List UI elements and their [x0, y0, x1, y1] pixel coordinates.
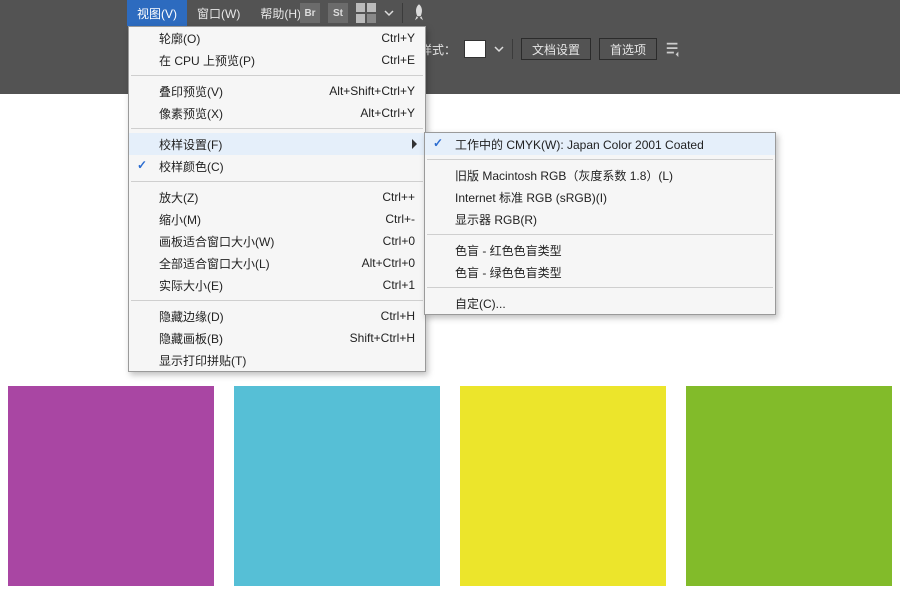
mi-shortcut: Ctrl+H: [381, 309, 415, 323]
mi-label: 全部适合窗口大小(L): [159, 255, 270, 272]
mi-hide-edges[interactable]: 隐藏边缘(D) Ctrl+H: [129, 305, 425, 327]
stock-icon[interactable]: St: [328, 3, 348, 23]
mi-label: 校样设置(F): [159, 136, 222, 153]
chevron-down-icon[interactable]: [384, 3, 394, 23]
mi-label: 色盲 - 红色色盲类型: [455, 242, 562, 259]
options-bar: 样式： 文档设置 首选项: [420, 34, 681, 64]
mi-label: Internet 标准 RGB (sRGB)(I): [455, 189, 607, 206]
smi-monitor-rgb[interactable]: 显示器 RGB(R): [425, 208, 775, 230]
mi-shortcut: Ctrl+1: [383, 278, 415, 292]
mi-shortcut: Shift+Ctrl+H: [350, 331, 415, 345]
mi-zoom-in[interactable]: 放大(Z) Ctrl++: [129, 186, 425, 208]
menu-separator: [427, 159, 773, 160]
mi-shortcut: Alt+Ctrl+0: [362, 256, 415, 270]
swatch-yellow: [460, 386, 666, 586]
mi-actual-size[interactable]: 实际大小(E) Ctrl+1: [129, 274, 425, 296]
swatch-cyan: [234, 386, 440, 586]
menu-view[interactable]: 视图(V): [127, 0, 187, 26]
smi-colorblind-red[interactable]: 色盲 - 红色色盲类型: [425, 239, 775, 261]
swatch-green: [686, 386, 892, 586]
mi-label: 色盲 - 绿色色盲类型: [455, 264, 562, 281]
mi-fit-artboard[interactable]: 画板适合窗口大小(W) Ctrl+0: [129, 230, 425, 252]
mi-label: 缩小(M): [159, 211, 201, 228]
submenu-arrow-icon: [412, 139, 417, 149]
menu-separator: [427, 287, 773, 288]
bridge-icon[interactable]: Br: [300, 3, 320, 23]
menu-separator: [131, 128, 423, 129]
mi-label: 工作中的 CMYK(W): Japan Color 2001 Coated: [455, 136, 704, 153]
menu-separator: [131, 181, 423, 182]
mi-label: 叠印预览(V): [159, 83, 223, 100]
mi-outline[interactable]: 轮廓(O) Ctrl+Y: [129, 27, 425, 49]
mi-label: 画板适合窗口大小(W): [159, 233, 274, 250]
mi-shortcut: Ctrl+0: [383, 234, 415, 248]
mi-shortcut: Alt+Shift+Ctrl+Y: [329, 84, 415, 98]
menu-separator: [131, 300, 423, 301]
swatch-magenta: [8, 386, 214, 586]
mi-label: 放大(Z): [159, 189, 198, 206]
mi-proof-setup[interactable]: 校样设置(F): [129, 133, 425, 155]
mi-label: 隐藏画板(B): [159, 330, 223, 347]
mi-label: 显示打印拼贴(T): [159, 352, 246, 369]
mi-label: 自定(C)...: [455, 295, 506, 312]
rocket-icon[interactable]: [411, 3, 427, 23]
mi-show-print-tiling[interactable]: 显示打印拼贴(T): [129, 349, 425, 371]
mi-shortcut: Ctrl++: [382, 190, 415, 204]
color-swatch-row: [0, 386, 900, 600]
smi-working-cmyk[interactable]: ✓ 工作中的 CMYK(W): Japan Color 2001 Coated: [425, 133, 775, 155]
divider: [512, 39, 513, 59]
mi-label: 校样颜色(C): [159, 158, 224, 175]
smi-custom[interactable]: 自定(C)...: [425, 292, 775, 314]
menu-window[interactable]: 窗口(W): [187, 0, 250, 26]
style-swatch[interactable]: [464, 40, 486, 58]
mi-hide-artboards[interactable]: 隐藏画板(B) Shift+Ctrl+H: [129, 327, 425, 349]
mi-zoom-out[interactable]: 缩小(M) Ctrl+-: [129, 208, 425, 230]
top-icon-group: Br St: [300, 0, 427, 26]
chevron-down-icon[interactable]: [494, 44, 504, 54]
smi-legacy-mac-rgb[interactable]: 旧版 Macintosh RGB（灰度系数 1.8）(L): [425, 164, 775, 186]
arrange-documents-icon[interactable]: [356, 3, 376, 23]
mi-shortcut: Ctrl+Y: [381, 31, 415, 45]
menu-separator: [427, 234, 773, 235]
mi-label: 旧版 Macintosh RGB（灰度系数 1.8）(L): [455, 167, 673, 184]
proof-setup-submenu: ✓ 工作中的 CMYK(W): Japan Color 2001 Coated 旧…: [424, 132, 776, 315]
mi-shortcut: Ctrl+E: [381, 53, 415, 67]
menubar: 视图(V) 窗口(W) 帮助(H): [0, 0, 311, 26]
menu-separator: [131, 75, 423, 76]
smi-colorblind-green[interactable]: 色盲 - 绿色色盲类型: [425, 261, 775, 283]
checkmark-icon: ✓: [433, 136, 445, 148]
preferences-button[interactable]: 首选项: [599, 38, 657, 60]
mi-shortcut: Alt+Ctrl+Y: [360, 106, 415, 120]
menubar-offscreen-spacer: [0, 0, 127, 26]
mi-proof-colors[interactable]: ✓ 校样颜色(C): [129, 155, 425, 177]
mi-shortcut: Ctrl+-: [385, 212, 415, 226]
smi-internet-srgb[interactable]: Internet 标准 RGB (sRGB)(I): [425, 186, 775, 208]
mi-label: 轮廓(O): [159, 30, 200, 47]
mi-cpu-preview[interactable]: 在 CPU 上预览(P) Ctrl+E: [129, 49, 425, 71]
divider: [402, 3, 403, 23]
view-menu-dropdown: 轮廓(O) Ctrl+Y 在 CPU 上预览(P) Ctrl+E 叠印预览(V) Al…: [128, 26, 426, 372]
mi-label: 隐藏边缘(D): [159, 308, 224, 325]
checkmark-icon: ✓: [137, 158, 149, 170]
mi-label: 实际大小(E): [159, 277, 223, 294]
document-setup-button[interactable]: 文档设置: [521, 38, 591, 60]
mi-pixel-preview[interactable]: 像素预览(X) Alt+Ctrl+Y: [129, 102, 425, 124]
mi-fit-all[interactable]: 全部适合窗口大小(L) Alt+Ctrl+0: [129, 252, 425, 274]
mi-label: 在 CPU 上预览(P): [159, 52, 255, 69]
mi-label: 显示器 RGB(R): [455, 211, 537, 228]
mi-overprint-preview[interactable]: 叠印预览(V) Alt+Shift+Ctrl+Y: [129, 80, 425, 102]
mi-label: 像素预览(X): [159, 105, 223, 122]
align-panel-icon[interactable]: [665, 39, 681, 59]
